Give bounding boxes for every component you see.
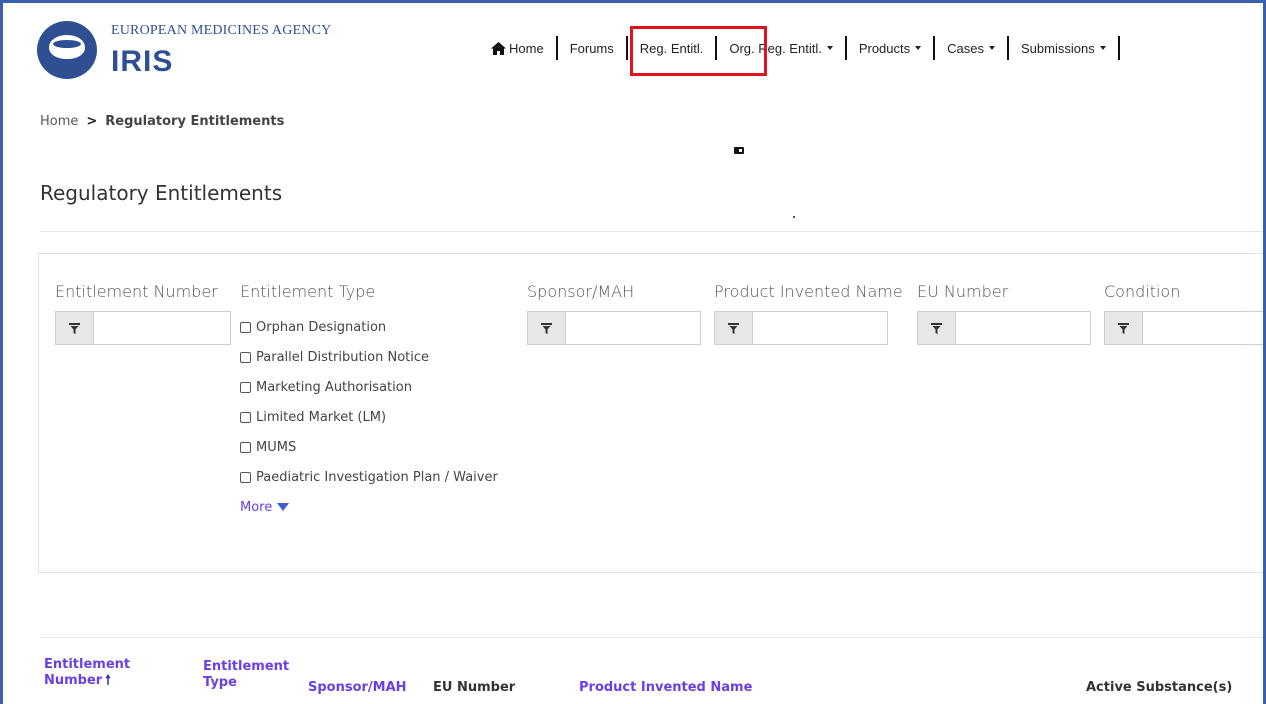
product-invented-name-input[interactable] <box>752 311 888 345</box>
col-header-label-line2: Number 🠕 <box>44 673 130 689</box>
caret-down-icon <box>915 46 922 50</box>
filter-button[interactable] <box>1104 311 1142 345</box>
checkbox[interactable] <box>240 411 251 423</box>
filter-button[interactable] <box>527 311 565 345</box>
filter-icon <box>931 322 942 334</box>
more-label: More <box>240 499 273 515</box>
filter-icon <box>69 322 80 334</box>
app-window: EUROPEAN MEDICINES AGENCY IRIS Home Foru… <box>0 0 1266 704</box>
filter-icon <box>1118 322 1129 334</box>
agency-name: EUROPEAN MEDICINES AGENCY <box>111 23 332 38</box>
table-top-divider <box>40 637 1263 638</box>
breadcrumb: Home > Regulatory Entitlements <box>40 114 284 129</box>
main-nav: Home Forums Reg. Entitl. Org. Reg. Entit… <box>479 35 1120 61</box>
nav-products-label: Products <box>858 40 911 56</box>
filter-label-sponsor-mah: Sponsor/MAH <box>527 282 635 301</box>
col-header-entitlement-number[interactable]: Entitlement Number 🠕 <box>44 657 130 689</box>
col-header-sponsor-mah[interactable]: Sponsor/MAH <box>308 680 407 696</box>
nav-cases-label: Cases <box>947 40 984 56</box>
filter-label-product-invented-name: Product Invented Name <box>714 282 903 301</box>
nav-home[interactable]: Home <box>479 35 556 61</box>
type-option-label: Marketing Authorisation <box>256 379 412 395</box>
col-header-active-substances: Active Substance(s) <box>1086 680 1233 695</box>
title-divider <box>40 231 1263 232</box>
checkbox[interactable] <box>240 321 251 333</box>
nav-submissions-label: Submissions <box>1021 40 1095 56</box>
logo-band <box>53 40 81 48</box>
type-option-orphan-designation[interactable]: Orphan Designation <box>240 312 498 342</box>
breadcrumb-current: Regulatory Entitlements <box>105 114 285 129</box>
filter-button[interactable] <box>55 311 93 345</box>
filter-product-invented-name <box>714 311 888 345</box>
more-types-link[interactable]: More <box>240 492 498 522</box>
type-option-paediatric[interactable]: Paediatric Investigation Plan / Waiver <box>240 462 498 492</box>
nav-forums-label: Forums <box>569 40 614 56</box>
nav-home-label: Home <box>509 40 544 56</box>
type-option-mums[interactable]: MUMS <box>240 432 498 462</box>
nav-cases[interactable]: Cases <box>935 35 1007 61</box>
nav-products[interactable]: Products <box>847 35 933 61</box>
nav-submissions[interactable]: Submissions <box>1009 35 1118 61</box>
header: EUROPEAN MEDICINES AGENCY IRIS Home Foru… <box>3 3 1263 103</box>
filter-sponsor-mah <box>527 311 701 345</box>
filter-label-entitlement-number: Entitlement Number <box>55 282 218 301</box>
type-option-parallel-distribution[interactable]: Parallel Distribution Notice <box>240 342 498 372</box>
col-header-label: Entitlement <box>203 659 290 674</box>
nav-org-reg-entitl-label: Org. Reg. Entitl. <box>729 40 822 56</box>
type-option-label: Parallel Distribution Notice <box>256 349 430 365</box>
col-header-label: Number <box>44 673 103 688</box>
caret-down-icon <box>1099 46 1106 50</box>
checkbox[interactable] <box>240 441 251 453</box>
nav-reg-entitl-label: Reg. Entitl. <box>639 40 704 56</box>
checkbox[interactable] <box>240 381 251 393</box>
filter-icon <box>728 322 739 334</box>
filter-eu-number <box>917 311 1091 345</box>
filter-button[interactable] <box>917 311 955 345</box>
ema-logo[interactable] <box>37 21 97 79</box>
type-option-label: Limited Market (LM) <box>256 409 387 425</box>
filter-condition <box>1104 311 1263 345</box>
breadcrumb-separator: > <box>86 114 98 129</box>
filter-label-entitlement-type: Entitlement Type <box>240 282 376 301</box>
nav-divider <box>1117 36 1120 60</box>
filter-panel: Entitlement Number Entitlement Type Orph… <box>38 253 1263 573</box>
breadcrumb-home[interactable]: Home <box>40 114 78 129</box>
filter-icon <box>541 322 552 334</box>
type-option-marketing-authorisation[interactable]: Marketing Authorisation <box>240 372 498 402</box>
checkbox[interactable] <box>240 471 251 483</box>
entitlement-number-input[interactable] <box>93 311 231 345</box>
col-header-label: Entitlement <box>44 657 131 672</box>
type-option-limited-market[interactable]: Limited Market (LM) <box>240 402 498 432</box>
condition-input[interactable] <box>1142 311 1263 345</box>
nav-forums[interactable]: Forums <box>558 35 626 61</box>
entitlement-type-list: Orphan Designation Parallel Distribution… <box>240 312 498 522</box>
filter-label-condition: Condition <box>1104 282 1181 301</box>
triangle-down-icon <box>277 503 290 511</box>
eu-number-input[interactable] <box>955 311 1091 345</box>
nav-reg-entitl[interactable]: Reg. Entitl. <box>628 35 716 61</box>
sort-ascending-icon: 🠕 <box>105 673 111 688</box>
nav-org-reg-entitl[interactable]: Org. Reg. Entitl. <box>717 35 844 61</box>
col-header-eu-number: EU Number <box>433 680 516 695</box>
caret-down-icon <box>989 46 995 50</box>
cursor-glyph-icon <box>734 147 744 154</box>
col-header-entitlement-type[interactable]: Entitlement Type <box>203 659 289 691</box>
type-option-label: Paediatric Investigation Plan / Waiver <box>256 469 498 485</box>
filter-button[interactable] <box>714 311 752 345</box>
app-name[interactable]: IRIS <box>111 45 173 79</box>
col-header-product-invented-name[interactable]: Product Invented Name <box>579 680 752 696</box>
caret-down-icon <box>826 46 833 50</box>
page-title: Regulatory Entitlements <box>40 181 283 205</box>
stray-dot <box>793 216 795 218</box>
col-header-label: Type <box>203 675 237 690</box>
filter-entitlement-number <box>55 311 231 345</box>
filter-label-eu-number: EU Number <box>917 282 1009 301</box>
type-option-label: MUMS <box>256 439 297 455</box>
sponsor-mah-input[interactable] <box>565 311 701 345</box>
checkbox[interactable] <box>240 351 251 363</box>
home-icon <box>491 41 506 55</box>
type-option-label: Orphan Designation <box>256 319 387 335</box>
